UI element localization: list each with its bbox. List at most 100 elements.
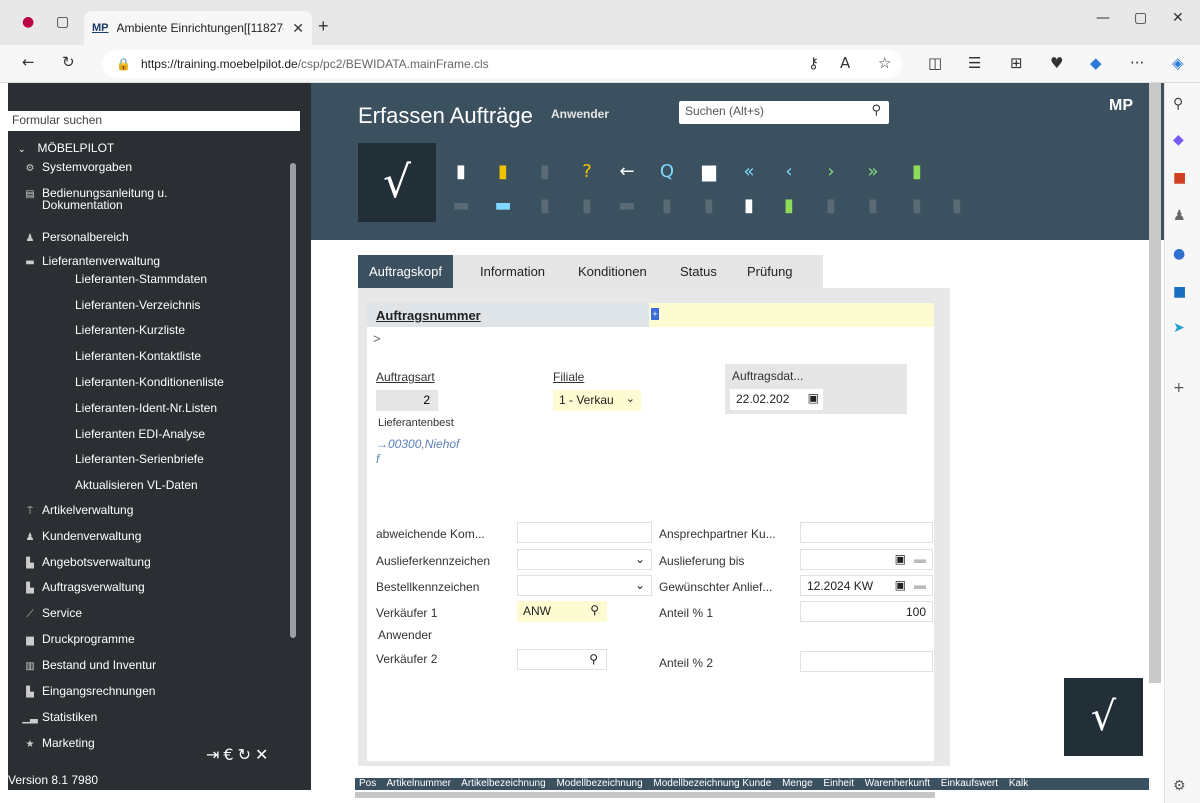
sidebar-subitem[interactable]: Lieferanten-Serienbriefe (75, 452, 204, 466)
sidebar-item-artikelverwaltung[interactable]: ⍑ Artikelverwaltung (8, 503, 133, 517)
tab-information[interactable]: Information (480, 255, 545, 288)
health-icon[interactable]: ♥ (1050, 54, 1063, 72)
sidebar-subitem[interactable]: Lieferanten-Kurzliste (75, 323, 185, 337)
favorite-star-icon[interactable]: ☆ (878, 54, 891, 72)
back-icon[interactable]: ← (22, 53, 35, 71)
column-header[interactable]: Einkaufswert (941, 778, 998, 789)
send-icon[interactable]: ➤ (1173, 320, 1185, 336)
settings-icon[interactable]: ⚙ (1173, 778, 1186, 794)
collections-icon[interactable]: ⊞ (1010, 54, 1023, 72)
auftragsdatum-input[interactable]: 22.02.202 ▣ (730, 389, 823, 410)
plus-icon[interactable]: + (651, 308, 659, 320)
profile-icon[interactable]: ● (22, 14, 34, 30)
verkaeufer1-input[interactable]: ANW ⚲ (517, 601, 607, 622)
lieferantenbest-link[interactable]: →00300,Niehof (376, 437, 459, 451)
back-arrow-icon[interactable]: ← (617, 161, 637, 183)
games-icon[interactable]: ♟ (1173, 208, 1186, 224)
search-record-icon[interactable]: Q (657, 161, 677, 183)
column-header[interactable]: Pos (359, 778, 376, 789)
auslieferung-bis-input[interactable]: ▣ ▬ (800, 549, 933, 570)
gew-anlieferung-input[interactable]: 12.2024 KW ▣ ▬ (800, 575, 933, 596)
logout-icon[interactable]: ⇥ (206, 745, 223, 764)
reload-icon[interactable]: ↻ (238, 745, 255, 764)
first-record-icon[interactable]: « (739, 161, 759, 183)
tag-icon[interactable]: ◆ (1173, 132, 1184, 148)
column-header[interactable]: Modellbezeichnung (556, 778, 642, 789)
new-document-icon[interactable]: ▮ (451, 161, 471, 183)
document-check-icon[interactable]: ▮ (739, 195, 759, 217)
global-search-input[interactable]: Suchen (Alt+s) ⚲ (679, 101, 889, 124)
key-icon[interactable]: ⚷ (808, 54, 819, 72)
sidebar-item-marketing[interactable]: ★ Marketing (8, 736, 95, 750)
horizontal-scrollbar[interactable] (355, 792, 935, 798)
sidebar-subitem[interactable]: Lieferanten-Verzeichnis (75, 298, 200, 312)
unpin-icon[interactable]: ✕ (255, 745, 272, 764)
currency-icon[interactable]: € (223, 745, 237, 764)
verkaeufer2-input[interactable]: ⚲ (517, 649, 607, 670)
sidebar-subitem[interactable]: Lieferanten-Stammdaten (75, 272, 207, 286)
form-search-input[interactable]: Formular suchen (8, 111, 300, 131)
office-icon[interactable]: ● (1173, 246, 1185, 262)
confirm-button[interactable]: √ (1064, 678, 1143, 756)
sidebar-item-service[interactable]: ⟋ Service (8, 606, 83, 620)
read-aloud-icon[interactable]: A (840, 54, 850, 72)
maximize-icon[interactable]: ▢ (1134, 10, 1147, 26)
next-record-icon[interactable]: › (821, 161, 841, 183)
truck-icon[interactable]: ▬ (914, 552, 926, 566)
sidebar-item-personalbereich[interactable]: ♟ Personalbereich (8, 230, 129, 244)
last-record-icon[interactable]: » (863, 161, 883, 183)
calendar-icon[interactable]: ▣ (808, 391, 819, 405)
anteil2-input[interactable] (800, 651, 933, 672)
column-header[interactable]: Modellbezeichnung Kunde (653, 778, 771, 789)
auslieferkennzeichen-select[interactable]: ⌄ (517, 549, 652, 570)
calendar-icon[interactable]: ▣ (895, 578, 906, 592)
sidebar-subitem[interactable]: Aktualisieren VL-Daten (75, 478, 198, 492)
ansprechpartner-input[interactable] (800, 522, 933, 543)
sheet-icon[interactable]: ▮ (779, 195, 799, 217)
chevron-right-icon[interactable]: > (373, 331, 381, 346)
filiale-select[interactable]: 1 - Verkau ⌄ (553, 390, 641, 411)
sidebar-subitem[interactable]: Lieferanten-Ident-Nr.Listen (75, 401, 217, 415)
sidebar-item-systemvorgaben[interactable]: ⚙ Systemvorgaben (8, 160, 133, 174)
split-screen-icon[interactable]: ◫ (928, 54, 942, 72)
column-header[interactable]: Menge (782, 778, 813, 789)
help-icon[interactable]: ? (577, 161, 597, 183)
sidebar-item-kundenverwaltung[interactable]: ♟ Kundenverwaltung (8, 529, 142, 543)
sidebar-item-angebotsverwaltung[interactable]: ▙ Angebotsverwaltung (8, 555, 151, 569)
sidebar-subitem[interactable]: Lieferanten-Konditionenliste (75, 375, 224, 389)
sidebar-item-statistiken[interactable]: ▁▃ Statistiken (8, 710, 97, 724)
copilot-icon[interactable]: ◈ (1172, 54, 1184, 72)
sidebar-item-lieferantenverwaltung[interactable]: ▬ Lieferantenverwaltung (8, 254, 160, 268)
new-tab-icon[interactable]: + (318, 16, 329, 37)
close-window-icon[interactable]: ✕ (1172, 10, 1184, 26)
column-header[interactable]: Artikelbezeichnung (461, 778, 546, 789)
lieferantenbest-link-wrap[interactable]: f (376, 452, 379, 466)
favorites-icon[interactable]: ☰ (968, 54, 981, 72)
browser-tab[interactable]: MP Ambiente Einrichtungen[[11827- ✕ (84, 11, 312, 45)
extension-icon[interactable]: ◆ (1090, 54, 1102, 72)
tab-status[interactable]: Status (680, 255, 717, 288)
tab-auftragskopf[interactable]: Auftragskopf (358, 255, 453, 288)
sidebar-item-bestand[interactable]: ▥ Bestand und Inventur (8, 658, 156, 672)
minimize-icon[interactable]: — (1096, 10, 1110, 26)
tab-konditionen[interactable]: Konditionen (578, 255, 647, 288)
sidebar-item-auftragsverwaltung[interactable]: ▙ Auftragsverwaltung (8, 580, 145, 594)
tab-actions-icon[interactable]: ▢ (56, 14, 69, 30)
outlook-icon[interactable]: ■ (1173, 284, 1186, 300)
confirm-icon[interactable]: √ (358, 143, 436, 222)
open-folder-icon[interactable]: ▮ (493, 161, 513, 183)
refresh-icon[interactable]: ↻ (62, 53, 75, 71)
more-icon[interactable]: ··· (1130, 54, 1144, 72)
search-icon[interactable]: ⚲ (589, 652, 598, 666)
sidebar-item-bedienungsanleitung[interactable]: ▤ Bedienungsanleitung u. Dokumentation (8, 187, 167, 211)
search-icon[interactable]: ⚲ (590, 603, 599, 617)
truck-icon[interactable]: ▬ (914, 578, 926, 592)
auftragsnummer-input[interactable]: + (649, 303, 934, 327)
main-scrollbar[interactable] (1149, 83, 1161, 683)
anteil1-input[interactable]: 100 (800, 601, 933, 622)
tree-root[interactable]: ⌄ MÖBELPILOT (18, 141, 114, 155)
tools-icon[interactable]: ■ (1173, 170, 1186, 186)
url-field[interactable]: 🔒 https://training.moebelpilot.de/csp/pc… (102, 50, 902, 78)
calendar-icon[interactable]: ▣ (895, 552, 906, 566)
sidebar-item-eingangsrechnungen[interactable]: ▙ Eingangsrechnungen (8, 684, 155, 698)
